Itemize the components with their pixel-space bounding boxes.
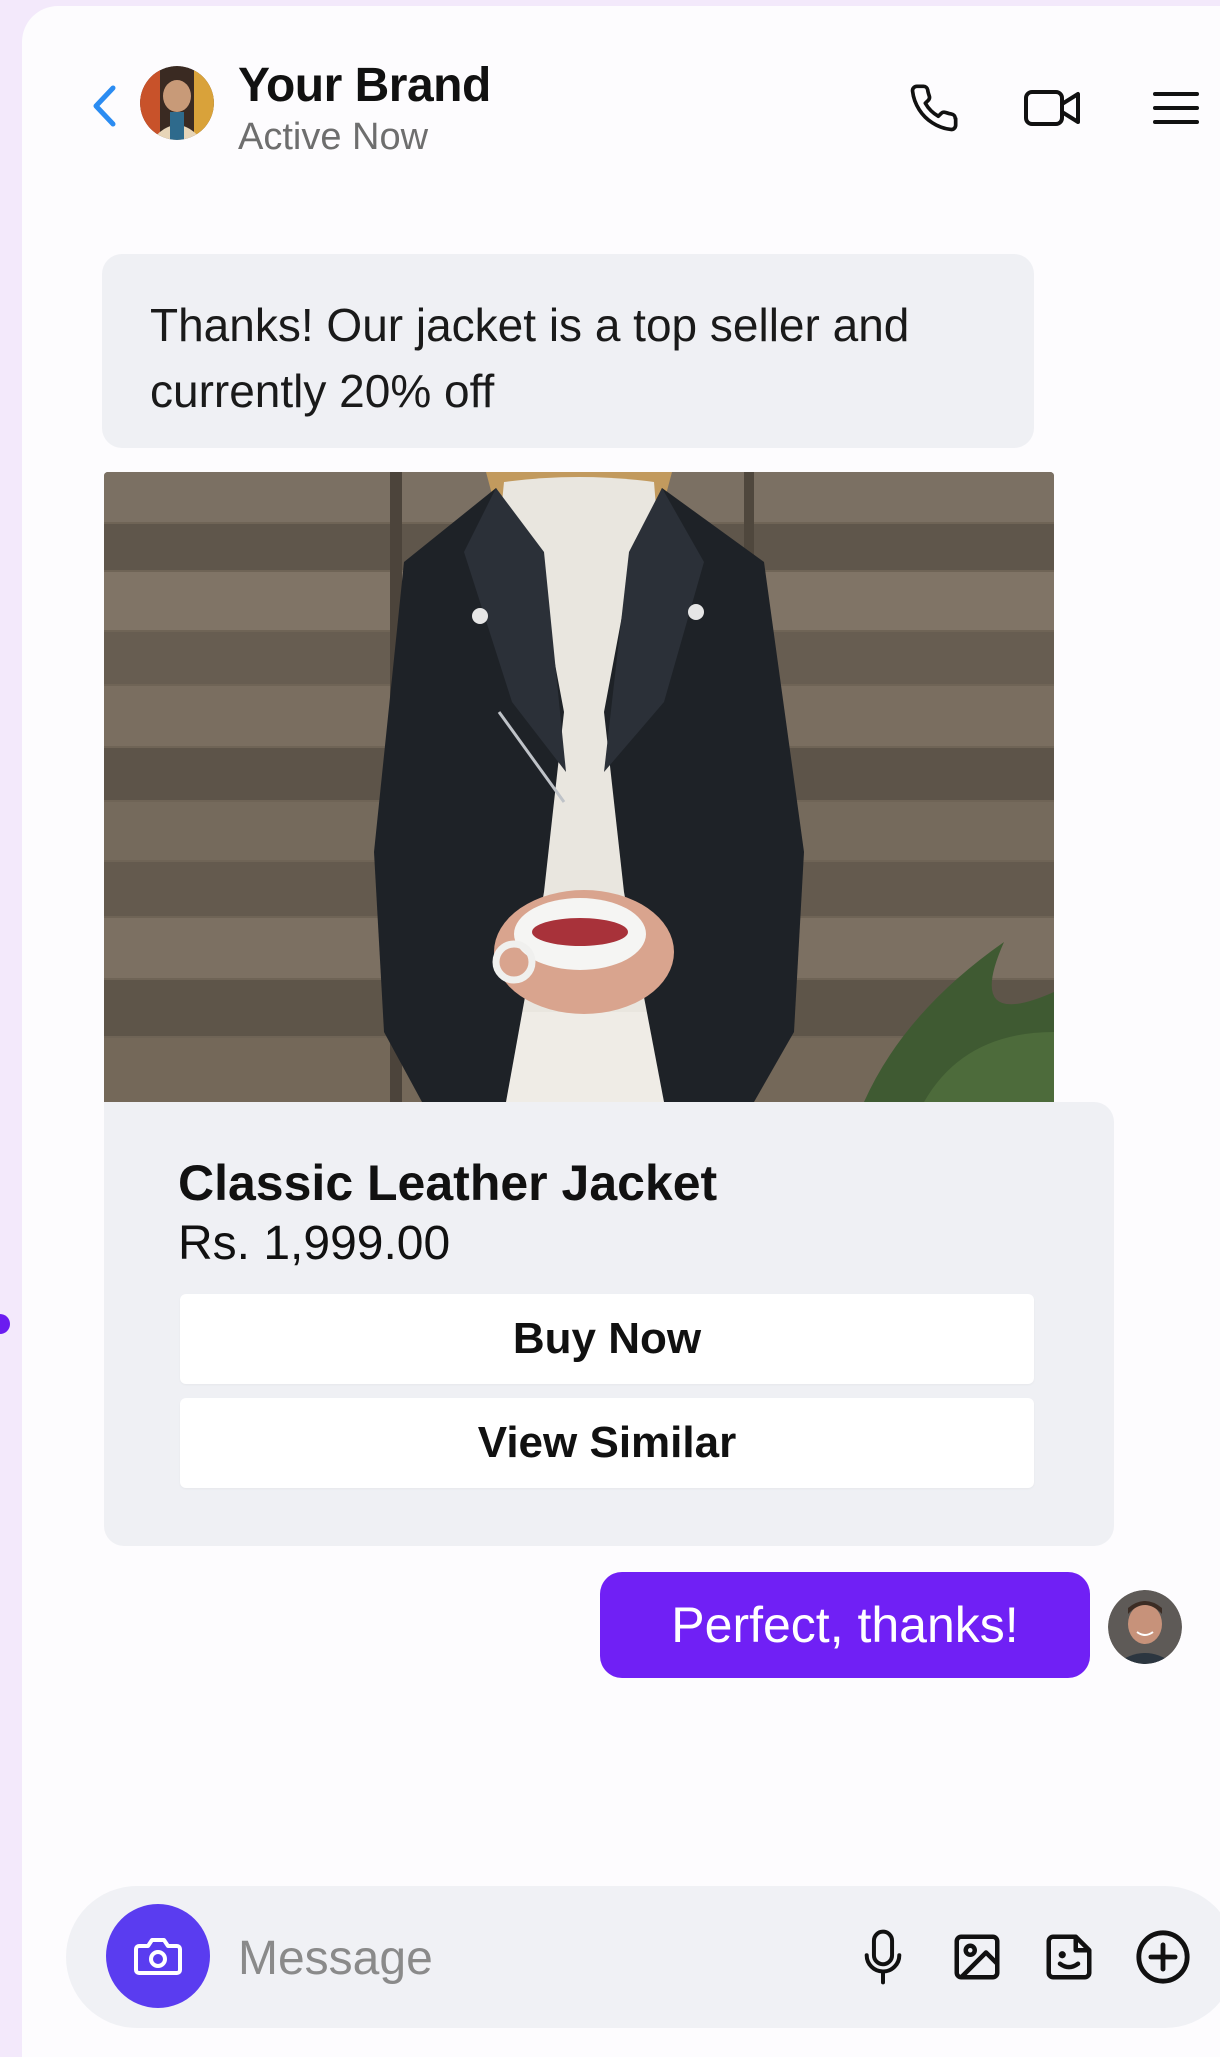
view-similar-button[interactable]: View Similar [180,1398,1034,1488]
microphone-button[interactable] [852,1926,914,1988]
message-composer [66,1886,1220,2028]
incoming-message-bubble: Thanks! Our jacket is a top seller and c… [102,254,1034,448]
product-price: Rs. 1,999.00 [178,1217,451,1270]
back-chevron-icon [93,85,116,127]
camera-icon [134,1938,182,1975]
add-button[interactable] [1132,1926,1194,1988]
outgoing-message-text: Perfect, thanks! [671,1597,1019,1653]
add-icon [1136,1930,1190,1984]
buy-now-button[interactable]: Buy Now [180,1294,1034,1384]
camera-button[interactable] [106,1904,210,2008]
message-input[interactable] [236,1916,800,2000]
image-icon [954,1934,1000,1980]
brand-name: Your Brand [238,59,491,112]
product-card: Classic Leather Jacket Rs. 1,999.00 Buy … [104,1102,1114,1546]
chat-window: Your Brand Active Now Thanks! Our jacket… [22,6,1220,2057]
incoming-message-text: Thanks! Our jacket is a top seller and c… [150,299,910,417]
menu-icon [1153,92,1199,124]
sticker-icon [1046,1934,1092,1980]
outgoing-message-bubble: Perfect, thanks! [600,1572,1090,1678]
back-button[interactable] [82,78,126,134]
phone-icon [910,84,958,132]
brand-avatar[interactable] [140,66,214,140]
menu-button[interactable] [1146,78,1206,138]
active-status: Active Now [238,116,429,158]
product-title: Classic Leather Jacket [178,1155,718,1211]
product-image[interactable] [104,472,1054,1102]
edge-indicator-dot [0,1314,10,1334]
sticker-button[interactable] [1038,1926,1100,1988]
video-call-button[interactable] [1022,78,1082,138]
image-button[interactable] [946,1926,1008,1988]
user-avatar[interactable] [1108,1590,1182,1664]
video-camera-icon [1024,90,1080,126]
call-button[interactable] [904,78,964,138]
microphone-icon [864,1929,902,1985]
chat-header: Your Brand Active Now [22,6,1220,176]
